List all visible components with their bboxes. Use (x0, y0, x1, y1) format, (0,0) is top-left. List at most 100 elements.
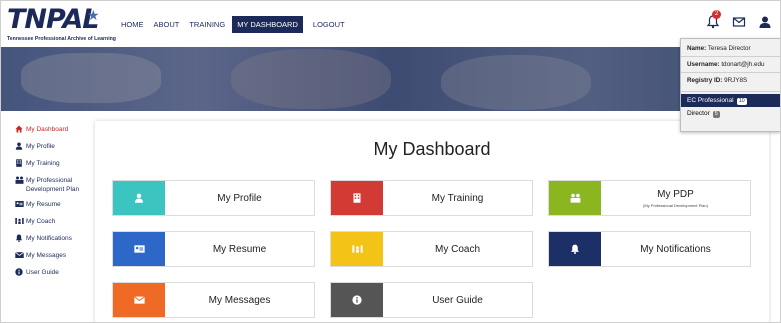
envelope-icon (15, 251, 24, 262)
logo-subtitle: Tennessee Professional Archive of Learni… (7, 36, 116, 42)
registry-row: Registry ID: 9RJY8S (681, 76, 780, 85)
tile-sublabel: (My Professional Development Plan) (643, 202, 708, 208)
user-icon[interactable] (758, 15, 772, 29)
tile-label-area: My Profile (165, 181, 314, 215)
tile-label: My PDP (657, 188, 694, 200)
sidebar-item-label: My Resume (26, 200, 61, 208)
tile-my-coach[interactable]: My Coach (330, 231, 533, 267)
role-option-director[interactable]: Director 5 (681, 107, 780, 120)
tile-my-profile[interactable]: My Profile (112, 180, 315, 216)
sidebar-item-label: My Dashboard (26, 125, 69, 133)
page-title: My Dashboard (373, 139, 491, 159)
tile-label-area: My Resume (165, 232, 314, 266)
coach-icon (331, 232, 383, 266)
sidebar-item-my-resume[interactable]: My Resume (1, 197, 91, 214)
tile-label-area: My Training (383, 181, 532, 215)
tile-label-area: My Messages (165, 283, 314, 317)
nav-about[interactable]: ABOUT (154, 17, 180, 32)
nav-training[interactable]: TRAINING (189, 17, 225, 32)
user-name-row: Name: Teresa Director (681, 44, 780, 53)
tile-my-training[interactable]: My Training (330, 180, 533, 216)
info-icon (15, 267, 24, 279)
person-icon (15, 142, 24, 153)
tile-my-resume[interactable]: My Resume (112, 231, 315, 267)
tile-my-notifications[interactable]: My Notifications (548, 231, 751, 267)
app-window: TNPAL ★ Tennessee Professional Archive o… (0, 0, 781, 323)
id-card-icon (113, 232, 165, 266)
role-count-badge: 10 (736, 98, 747, 105)
home-icon (15, 125, 24, 136)
sidebar-item-my-coach[interactable]: My Coach (1, 214, 91, 231)
sidebar-item-my-notifications[interactable]: My Notifications (1, 231, 91, 248)
sidebar-item-label: My Coach (26, 217, 56, 225)
mail-icon[interactable] (732, 15, 746, 29)
envelope-icon (113, 283, 165, 317)
user-dropdown-menu: Name: Teresa Director Username: tdonart@… (680, 38, 780, 132)
notification-badge: 2 (712, 10, 721, 19)
name-value: Teresa Director (707, 45, 751, 52)
hero-banner-image (1, 47, 780, 111)
star-icon: ★ (87, 7, 100, 23)
tile-label-area: My Notifications (601, 232, 750, 266)
tile-user-guide[interactable]: User Guide (330, 282, 533, 318)
sidebar-item-my-professional-development-plan[interactable]: My Professional Development Plan (1, 173, 91, 197)
tile-my-pdp[interactable]: My PDP (My Professional Development Plan… (548, 180, 751, 216)
tile-my-messages[interactable]: My Messages (112, 282, 315, 318)
sidebar-item-label: My Notifications (26, 234, 72, 242)
username-value: tdonart@jh.edu (721, 61, 765, 68)
id-card-icon (15, 200, 24, 211)
tnpal-logo[interactable]: TNPAL ★ Tennessee Professional Archive o… (7, 5, 117, 43)
dashboard-panel: My Dashboard My Profile My Training My P… (95, 121, 769, 322)
sidebar-item-my-dashboard[interactable]: My Dashboard (1, 122, 91, 139)
main-nav: HOME ABOUT TRAINING MY DASHBOARD LOGOUT (121, 16, 355, 33)
tile-label: User Guide (432, 294, 483, 306)
divider (681, 72, 780, 73)
top-navbar: TNPAL ★ Tennessee Professional Archive o… (1, 1, 780, 47)
registry-value: 9RJY8S (724, 77, 748, 84)
sidebar-item-label: My Profile (26, 142, 55, 150)
tile-label: My Notifications (640, 243, 711, 255)
tile-label-area: My PDP (My Professional Development Plan… (601, 181, 750, 215)
people-icon (549, 181, 601, 215)
registry-label: Registry ID: (687, 77, 723, 84)
tile-label: My Profile (217, 192, 262, 204)
role-label: Director (687, 110, 710, 117)
coach-icon (15, 217, 24, 228)
username-label: Username: (687, 61, 720, 68)
role-label: EC Professional (687, 97, 734, 104)
divider (681, 91, 780, 92)
bell-icon[interactable]: 2 (706, 10, 721, 29)
sidebar-item-my-training[interactable]: My Training (1, 156, 91, 173)
bell-icon (15, 234, 24, 245)
nav-my-dashboard[interactable]: MY DASHBOARD (232, 16, 303, 33)
tile-label: My Training (431, 192, 484, 204)
sidebar-item-my-profile[interactable]: My Profile (1, 139, 91, 156)
person-icon (113, 181, 165, 215)
username-row: Username: tdonart@jh.edu (681, 60, 780, 69)
bell-icon (549, 232, 601, 266)
tile-label: My Resume (212, 243, 267, 255)
nav-home[interactable]: HOME (121, 17, 144, 32)
sidebar-item-label: My Professional Development Plan (26, 176, 80, 193)
tile-label: My Coach (434, 243, 480, 255)
header-icons: 2 (706, 10, 772, 29)
building-icon (331, 181, 383, 215)
name-label: Name: (687, 45, 707, 52)
divider (681, 56, 780, 57)
role-option-ec-professional[interactable]: EC Professional 10 (681, 94, 780, 107)
nav-logout[interactable]: LOGOUT (313, 17, 345, 32)
sidebar-item-my-messages[interactable]: My Messages (1, 248, 91, 265)
sidebar-item-label: User Guide (26, 268, 59, 276)
sidebar-item-label: My Training (26, 159, 60, 167)
sidebar-item-label: My Messages (26, 251, 67, 259)
info-icon (331, 283, 383, 317)
tile-label-area: My Coach (383, 232, 532, 266)
tile-label-area: User Guide (383, 283, 532, 317)
logo-text: TNPAL (7, 4, 99, 35)
role-count-badge: 5 (712, 111, 720, 118)
hero-overlay (1, 47, 780, 111)
sidebar: My Dashboard My Profile My Training My P… (1, 111, 91, 322)
sidebar-item-user-guide[interactable]: User Guide (1, 265, 91, 282)
tile-label: My Messages (208, 294, 271, 306)
people-icon (15, 176, 24, 187)
